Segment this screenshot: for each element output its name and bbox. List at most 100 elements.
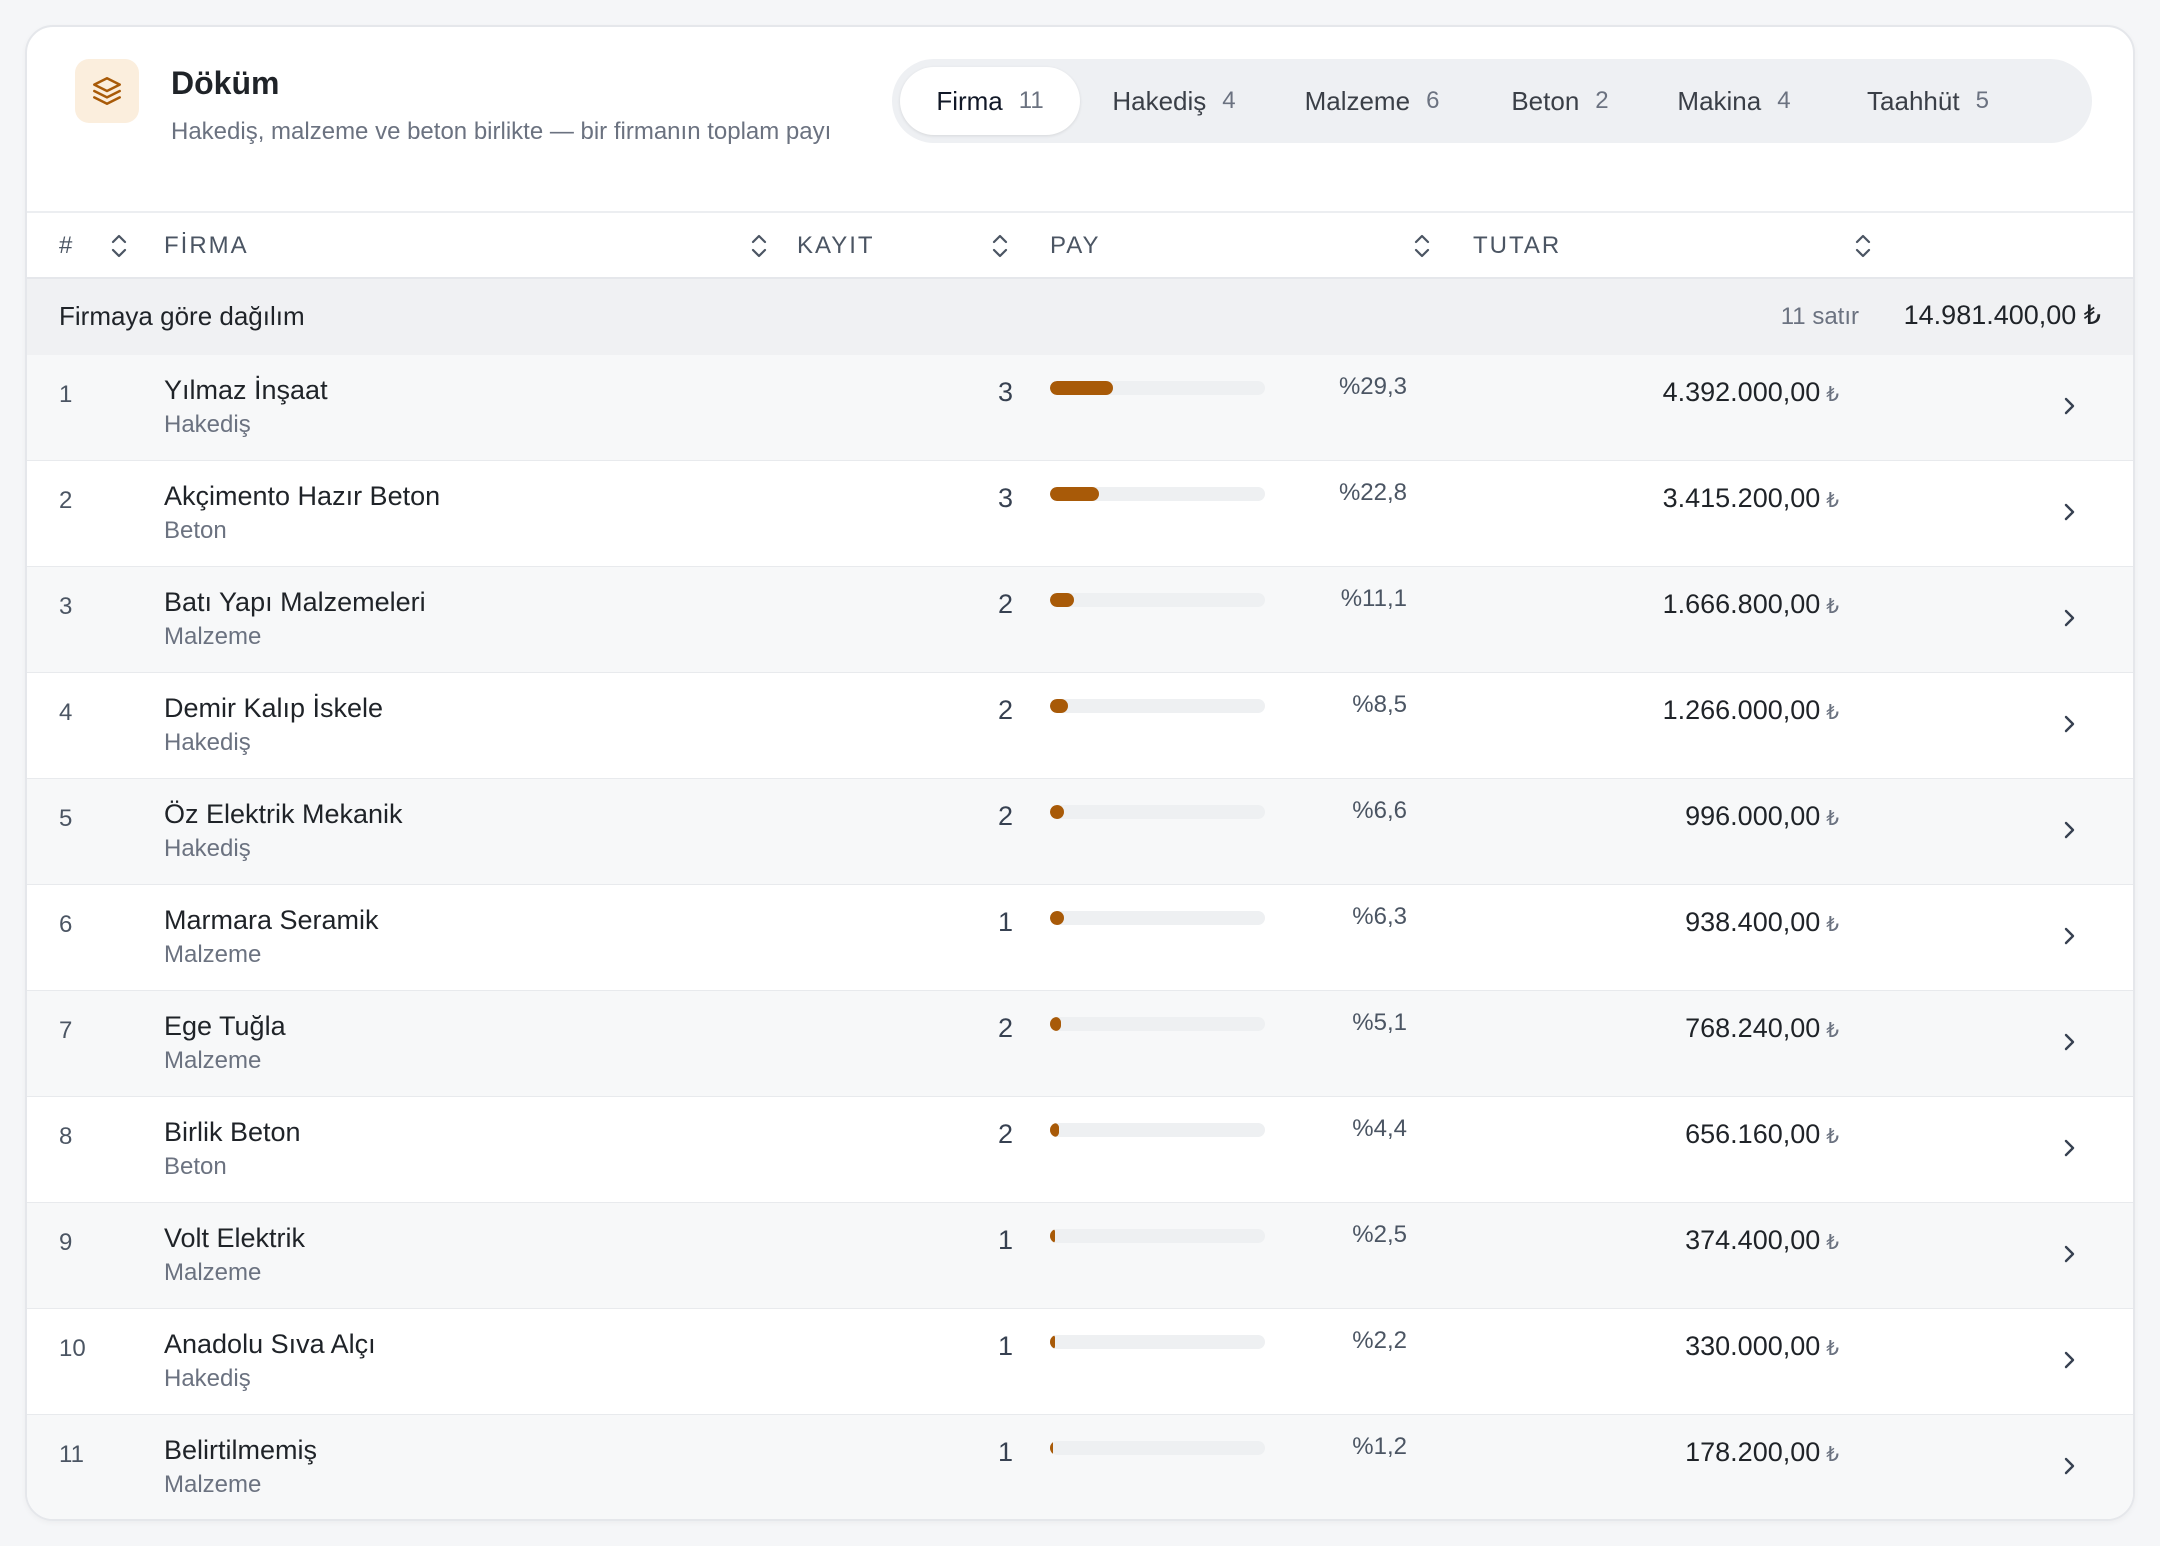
row-record-count: 1 <box>997 1437 1013 1467</box>
tab-label: Hakediş <box>1112 85 1207 116</box>
share-bar-fill <box>1050 1441 1054 1455</box>
chevron-right-icon[interactable] <box>2059 603 2079 633</box>
share-bar-fill <box>1050 1335 1055 1349</box>
table-row[interactable]: 7 Ege Tuğla Malzeme 2 %5,1 768.240,00 ₺ <box>27 991 2133 1097</box>
row-share-percent: %2,2 <box>1352 1327 1407 1354</box>
row-firm-name: Demir Kalıp İskele <box>164 693 384 723</box>
row-category: Hakediş <box>164 411 251 438</box>
column-index: # <box>59 232 75 259</box>
chevron-right-icon[interactable] <box>2059 497 2079 527</box>
table-row[interactable]: 10 Anadolu Sıva Alçı Hakediş 1 %2,2 330.000,0… <box>27 1309 2133 1415</box>
table-row[interactable]: 11 Belirtilmemiş Malzeme 1 %1,2 178.200,00 ₺ <box>27 1415 2133 1519</box>
chevron-right-icon[interactable] <box>2059 921 2079 951</box>
row-category: Malzeme <box>164 941 262 968</box>
breakdown-card: Döküm Hakediş, malzeme ve beton birlikte… <box>25 25 2135 1521</box>
group-row-count: 11 satır <box>1780 303 1859 330</box>
row-category: Malzeme <box>164 623 262 650</box>
share-bar <box>1050 593 1265 607</box>
group-summary-row: Firmaya göre dağılım 11 satır 14.981.400… <box>27 279 2133 355</box>
table-row[interactable]: 8 Birlik Beton Beton 2 %4,4 656.160,00 ₺ <box>27 1097 2133 1203</box>
row-amount: 330.000,00 ₺ <box>1685 1331 1839 1362</box>
share-bar-fill <box>1050 805 1065 819</box>
tab-makina[interactable]: Makina 4 <box>1644 67 1824 135</box>
row-category: Hakediş <box>164 729 251 756</box>
row-index: 6 <box>59 911 73 938</box>
share-bar <box>1050 1229 1265 1243</box>
tab-count: 4 <box>1777 87 1791 114</box>
tab-malzeme[interactable]: Malzeme 6 <box>1268 67 1476 135</box>
row-share-percent: %6,6 <box>1352 797 1407 824</box>
table-row[interactable]: 2 Akçimento Hazır Beton Beton 3 %22,8 3.415.2… <box>27 461 2133 567</box>
share-bar-fill <box>1050 1017 1061 1031</box>
share-bar-fill <box>1050 487 1100 501</box>
table-row[interactable]: 1 Yılmaz İnşaat Hakediş 3 %29,3 4.392.000,00 ₺ <box>27 355 2133 461</box>
tab-beton[interactable]: Beton 2 <box>1480 67 1640 135</box>
row-amount: 768.240,00 ₺ <box>1685 1013 1839 1044</box>
row-firm-name: Yılmaz İnşaat <box>164 375 328 405</box>
chevron-right-icon[interactable] <box>2059 1345 2079 1375</box>
row-share-percent: %6,3 <box>1352 903 1407 930</box>
row-amount-value: 4.392.000,00 <box>1662 377 1821 407</box>
tab-count: 11 <box>1018 87 1044 114</box>
row-category: Beton <box>164 1153 227 1180</box>
chevron-right-icon[interactable] <box>2059 709 2079 739</box>
currency-symbol: ₺ <box>1826 384 1839 406</box>
share-bar <box>1050 1335 1265 1349</box>
row-amount-value: 3.415.200,00 <box>1662 483 1821 513</box>
tab-label: Taahhüt <box>1867 85 1960 116</box>
row-index: 8 <box>59 1123 73 1150</box>
row-amount-value: 996.000,00 <box>1685 801 1821 831</box>
chevron-right-icon[interactable] <box>2059 1133 2079 1163</box>
chevron-right-icon[interactable] <box>2059 1239 2079 1269</box>
row-firm-name: Volt Elektrik <box>164 1223 306 1253</box>
row-amount-value: 768.240,00 <box>1685 1013 1821 1043</box>
row-record-count: 2 <box>997 801 1013 831</box>
tab-taahhut[interactable]: Taahhüt 5 <box>1828 67 2028 135</box>
sort-index-icon[interactable] <box>109 231 129 261</box>
sort-firma-icon[interactable] <box>749 231 769 261</box>
table-row[interactable]: 5 Öz Elektrik Mekanik Hakediş 2 %6,6 996.000,… <box>27 779 2133 885</box>
tab-label: Malzeme <box>1304 85 1411 116</box>
share-bar-fill <box>1050 911 1064 925</box>
row-amount-value: 656.160,00 <box>1685 1119 1821 1149</box>
row-firm-name: Akçimento Hazır Beton <box>164 481 441 511</box>
row-share-percent: %11,1 <box>1340 585 1407 612</box>
row-share-percent: %29,3 <box>1338 373 1407 400</box>
share-bar <box>1050 487 1265 501</box>
sort-kayit-icon[interactable] <box>990 231 1010 261</box>
chevron-right-icon[interactable] <box>2059 815 2079 845</box>
row-amount: 656.160,00 ₺ <box>1685 1119 1839 1150</box>
row-index: 10 <box>59 1335 86 1362</box>
share-bar <box>1050 699 1265 713</box>
table-row[interactable]: 4 Demir Kalıp İskele Hakediş 2 %8,5 1.266.000… <box>27 673 2133 779</box>
row-index: 5 <box>59 805 73 832</box>
tab-label: Beton <box>1511 85 1580 116</box>
column-pay: PAY <box>1050 232 1101 259</box>
row-amount-value: 1.666.800,00 <box>1662 589 1821 619</box>
row-category: Hakediş <box>164 835 251 862</box>
chevron-right-icon[interactable] <box>2059 1027 2079 1057</box>
table-row[interactable]: 9 Volt Elektrik Malzeme 1 %2,5 374.400,00 ₺ <box>27 1203 2133 1309</box>
table-row[interactable]: 6 Marmara Seramik Malzeme 1 %6,3 938.400,00 ₺ <box>27 885 2133 991</box>
table-row[interactable]: 3 Batı Yapı Malzemeleri Malzeme 2 %11,1 1.666… <box>27 567 2133 673</box>
share-bar-fill <box>1050 699 1069 713</box>
table-body: 1 Yılmaz İnşaat Hakediş 3 %29,3 4.392.000,00 ₺… <box>27 355 2133 1519</box>
row-firm-name: Ege Tuğla <box>164 1011 286 1041</box>
tab-hakedis[interactable]: Hakediş 4 <box>1084 67 1264 135</box>
sort-tutar-icon[interactable] <box>1853 231 1873 261</box>
chevron-right-icon[interactable] <box>2059 1451 2079 1481</box>
currency-symbol: ₺ <box>1826 1126 1839 1148</box>
row-amount: 1.666.800,00 ₺ <box>1663 589 1839 620</box>
row-firm-name: Öz Elektrik Mekanik <box>164 799 403 829</box>
tab-firma[interactable]: Firma 11 <box>900 67 1080 135</box>
row-index: 3 <box>59 593 73 620</box>
row-amount: 178.200,00 ₺ <box>1685 1437 1839 1468</box>
tab-bar: Firma 11 Hakediş 4 Malzeme 6 Beton 2 Mak… <box>892 59 2092 143</box>
row-amount-value: 938.400,00 <box>1685 907 1821 937</box>
currency-symbol: ₺ <box>1826 1232 1839 1254</box>
sort-pay-icon[interactable] <box>1412 231 1432 261</box>
row-amount-value: 374.400,00 <box>1685 1225 1821 1255</box>
chevron-right-icon[interactable] <box>2059 391 2079 421</box>
currency-symbol: ₺ <box>1826 596 1839 618</box>
currency-symbol: ₺ <box>1826 808 1839 830</box>
